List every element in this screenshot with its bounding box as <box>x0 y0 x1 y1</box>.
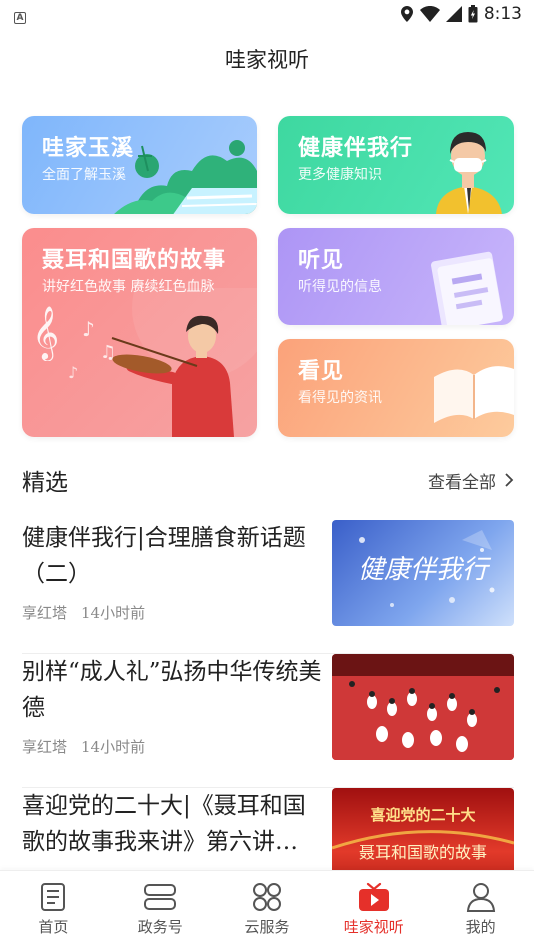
nav-label: 我的 <box>465 918 496 936</box>
status-time: 8:13 <box>483 4 522 24</box>
nav-item-wajia-media[interactable]: 哇家视听 <box>320 871 427 950</box>
nav-item-home[interactable]: 首页 <box>0 871 107 950</box>
featured-section-header: 精选 查看全部 <box>22 460 514 500</box>
news-meta: 享红塔 14小时前 <box>22 602 145 623</box>
notification-a-icon: A <box>14 11 26 24</box>
nav-item-profile[interactable]: 我的 <box>427 871 534 950</box>
tv-icon <box>358 882 389 911</box>
government-icon <box>144 884 177 910</box>
violinist-illustration: 𝄞 ♪ ♫ ♪ <box>32 288 257 437</box>
doctor-illustration <box>436 132 502 214</box>
nav-item-cloud-service[interactable]: 云服务 <box>214 871 321 950</box>
bottom-nav: 首页 政务号 云服务 哇家视听 我的 <box>0 870 534 950</box>
health-thumbnail-art: 健康伴我行 <box>358 530 495 607</box>
card-subtitle: 全面了解玉溪 <box>42 167 126 183</box>
news-item[interactable]: 健康伴我行|合理膳食新话题（二） 享红塔 14小时前 健康伴我行 <box>22 520 514 654</box>
card-subtitle: 听得见的信息 <box>298 279 382 295</box>
news-source: 享红塔 <box>22 738 68 756</box>
chevron-right-icon <box>505 473 514 487</box>
news-time: 14小时前 <box>81 738 146 756</box>
card-title: 看见 <box>298 359 345 384</box>
cloud-service-icon <box>252 883 281 911</box>
thumbnail-caption: 健康伴我行 <box>358 555 492 585</box>
page-title: 哇家视听 <box>225 48 309 72</box>
news-item[interactable]: 别样“成人礼”弘扬中华传统美德 享红塔 14小时前 <box>22 654 514 788</box>
nav-label: 哇家视听 <box>343 918 404 936</box>
ceremony-photo <box>332 654 514 760</box>
svg-text:♪: ♪ <box>82 317 95 341</box>
status-left: A <box>14 5 26 24</box>
news-headline: 别样“成人礼”弘扬中华传统美德 <box>22 659 322 721</box>
signal-icon <box>445 6 462 22</box>
news-headline: 健康伴我行|合理膳食新话题（二） <box>22 525 306 587</box>
card-subtitle: 更多健康知识 <box>298 167 382 183</box>
svg-text:♪: ♪ <box>68 363 78 382</box>
nav-label: 政务号 <box>137 918 183 936</box>
see-all-label: 查看全部 <box>428 472 496 493</box>
open-book-illustration <box>434 366 514 423</box>
wifi-icon <box>419 6 440 22</box>
see-all-link[interactable]: 查看全部 <box>428 468 514 493</box>
status-bar: A 8:13 <box>0 0 534 28</box>
card-subtitle: 看得见的资讯 <box>298 390 382 406</box>
profile-icon <box>466 883 495 912</box>
card-title: 听见 <box>298 248 345 273</box>
card-watch[interactable]: 看见 看得见的资讯 <box>278 339 514 437</box>
nav-item-government[interactable]: 政务号 <box>107 871 214 950</box>
svg-text:𝄞: 𝄞 <box>32 305 59 361</box>
news-thumbnail: 健康伴我行 <box>332 520 514 626</box>
location-icon <box>400 6 413 22</box>
status-right: 8:13 <box>400 4 522 24</box>
card-title: 健康伴我行 <box>298 136 414 161</box>
nav-label: 首页 <box>38 918 69 936</box>
app-header: 哇家视听 <box>0 40 534 80</box>
card-title: 聂耳和国歌的故事 <box>42 248 227 273</box>
card-wajia-yuxi[interactable]: 哇家玉溪 全面了解玉溪 <box>22 116 257 214</box>
card-anthem-story[interactable]: 𝄞 ♪ ♫ ♪ 聂耳和国歌的故事 讲好红色故事 赓续红色血脉 <box>22 228 257 437</box>
nav-label: 云服务 <box>244 918 290 936</box>
card-subtitle: 讲好红色故事 赓续红色血脉 <box>42 279 215 295</box>
news-time: 14小时前 <box>81 604 146 622</box>
news-source: 享红塔 <box>22 604 68 622</box>
thumbnail-caption-bottom: 聂耳和国歌的故事 <box>359 843 487 862</box>
battery-icon <box>468 5 478 23</box>
news-thumbnail <box>332 654 514 760</box>
section-title: 精选 <box>22 470 68 496</box>
thumbnail-caption-top: 喜迎党的二十大 <box>370 806 475 824</box>
news-meta: 享红塔 14小时前 <box>22 736 145 757</box>
news-headline: 喜迎党的二十大|《聂耳和国歌的故事我来讲》第六讲… <box>22 793 306 855</box>
card-title: 哇家玉溪 <box>42 136 135 161</box>
card-health[interactable]: 健康伴我行 更多健康知识 <box>278 116 514 214</box>
document-illustration <box>431 251 503 325</box>
home-icon <box>41 883 66 911</box>
card-listen[interactable]: 听见 听得见的信息 <box>278 228 514 325</box>
